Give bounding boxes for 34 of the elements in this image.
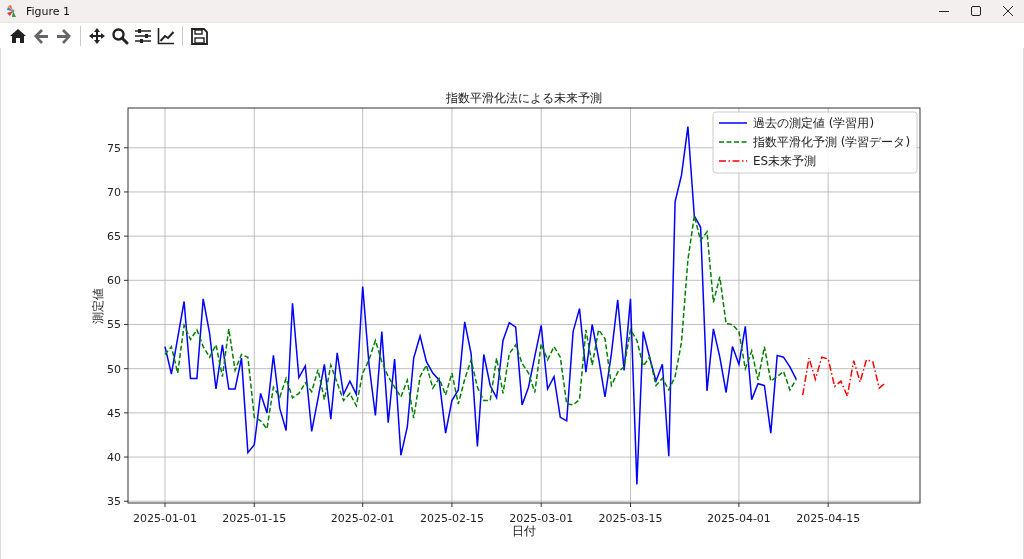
tick-label: 2025-01-15 xyxy=(222,512,287,525)
search-icon[interactable] xyxy=(111,26,129,45)
tick-label: 50 xyxy=(107,362,121,376)
tick-label: 2025-02-15 xyxy=(419,512,484,525)
tick-label: 35 xyxy=(107,495,121,509)
maximize-icon[interactable] xyxy=(971,6,981,16)
tick-label: 2025-04-15 xyxy=(796,512,861,525)
legend-label: 指数平滑化予測 (学習データ) xyxy=(753,135,911,149)
home-icon[interactable] xyxy=(9,26,27,45)
axis-label: 測定値 xyxy=(91,287,105,324)
tick-label: 2025-03-01 xyxy=(509,512,574,525)
tick-label: 2025-01-01 xyxy=(133,512,197,525)
tick-label: 2025-03-15 xyxy=(598,512,663,525)
tick-label: 75 xyxy=(107,141,121,155)
chart-title: 指数平滑化法による未来予測 xyxy=(446,91,602,105)
tick-label: 2025-02-01 xyxy=(330,512,395,525)
legend-label: ES未来予測 xyxy=(753,154,817,168)
sliders-icon[interactable] xyxy=(134,26,152,45)
tick-label: 40 xyxy=(107,451,121,465)
close-icon[interactable] xyxy=(1003,6,1013,16)
tick-label: 45 xyxy=(107,406,121,420)
axis-label: 日付 xyxy=(512,524,536,538)
legend-label: 過去の測定値 (学習用) xyxy=(753,116,875,130)
tick-label: 55 xyxy=(107,318,121,332)
move-icon[interactable] xyxy=(88,26,106,45)
tick-label: 65 xyxy=(107,230,121,244)
tick-label: 2025-04-01 xyxy=(706,512,771,525)
line-chart-icon[interactable] xyxy=(157,26,175,45)
tick-label: 70 xyxy=(107,185,121,199)
back-icon[interactable] xyxy=(32,26,50,45)
tick-label: 60 xyxy=(107,274,121,288)
forward-icon[interactable] xyxy=(55,26,73,45)
window-title: Figure 1 xyxy=(26,4,71,18)
save-icon[interactable] xyxy=(190,26,208,45)
